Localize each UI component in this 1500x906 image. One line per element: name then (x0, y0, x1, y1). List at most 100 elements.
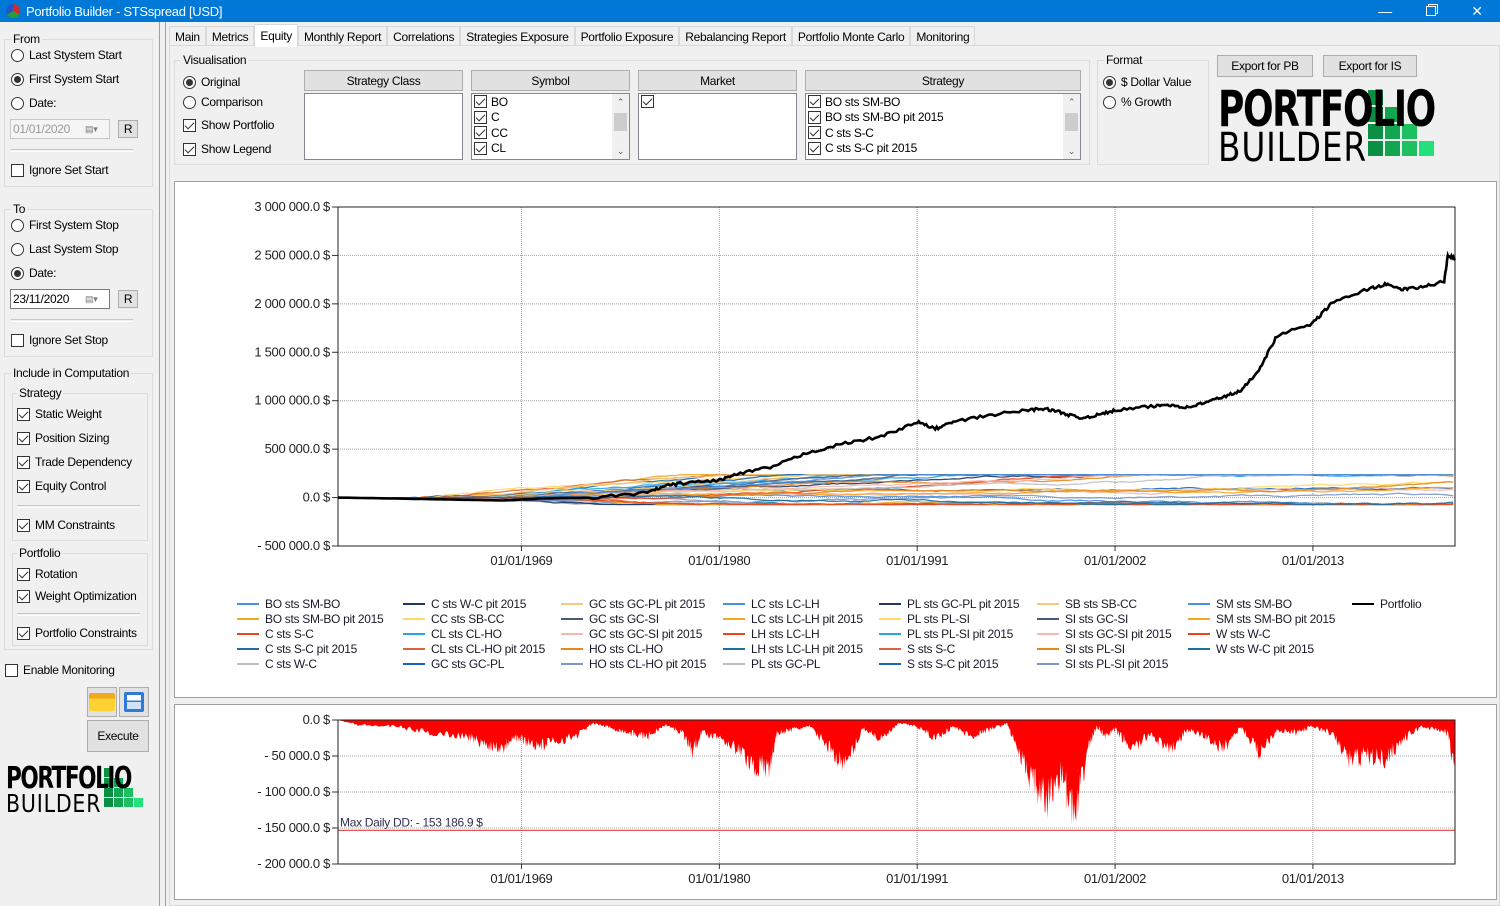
strategy-item[interactable]: BO sts SM-BO pit 2015 (806, 110, 1080, 126)
to-date-picker[interactable]: 23/11/2020 ▤▾ (10, 289, 110, 309)
market-header[interactable]: Market (638, 70, 797, 91)
tab-monitoring[interactable]: Monitoring (910, 26, 976, 46)
legend-label: W sts W-C (1216, 627, 1271, 641)
scroll-down-icon[interactable]: ⌄ (612, 143, 629, 159)
drawdown-x-tick-label: 01/01/1991 (886, 871, 948, 886)
scroll-thumb[interactable] (614, 113, 627, 131)
tab-correlations[interactable]: Correlations (387, 26, 461, 46)
legend-item: S sts S-C (879, 642, 956, 656)
legend-label: SI sts GC-SI pit 2015 (1065, 627, 1172, 641)
ignore-set-start-checkbox[interactable]: Ignore Set Start (11, 163, 109, 177)
weight-optimization-checkbox[interactable]: Weight Optimization (17, 589, 137, 603)
to-legend: To (13, 202, 26, 216)
tab-portfolio-exposure[interactable]: Portfolio Exposure (574, 26, 680, 46)
logo-line2: BUILDER (1218, 125, 1367, 171)
radio-to-date[interactable]: Date: (11, 266, 56, 280)
symbol-scrollbar[interactable]: ⌃ ⌄ (612, 94, 629, 159)
panel-splitter[interactable] (160, 22, 166, 906)
drawdown-chart[interactable]: 0.0 $ - 50 000.0 $ - 100 000.0 $ - 150 000.… (175, 705, 1496, 899)
checkbox-icon (17, 479, 30, 493)
tab-main[interactable]: Main (169, 26, 206, 46)
checkbox-label: Show Portfolio (201, 118, 275, 132)
radio-label: Date: (29, 266, 57, 280)
save-button[interactable] (119, 687, 149, 717)
drawdown-x-tick-label: 01/01/2002 (1084, 871, 1146, 886)
symbol-list[interactable]: BO C CC CL ⌃ ⌄ (471, 93, 630, 160)
minimize-button[interactable]: — (1362, 0, 1408, 22)
equity-y-tick-label: 0.0 $ (303, 490, 331, 505)
radio-label: First System Start (29, 72, 119, 86)
format-legend: Format (1106, 53, 1143, 67)
radio-label: $ Dollar Value (1121, 75, 1192, 89)
checkbox-icon (808, 110, 821, 124)
execute-button[interactable]: Execute (87, 720, 149, 752)
checkbox-icon (17, 431, 30, 445)
close-icon: ✕ (1471, 2, 1483, 19)
market-list[interactable] (638, 93, 797, 160)
equity-control-checkbox[interactable]: Equity Control (17, 479, 106, 493)
strategy-class-header[interactable]: Strategy Class (304, 70, 463, 91)
equity-y-tick-label: 2 000 000.0 $ (254, 296, 331, 311)
scroll-up-icon[interactable]: ⌃ (612, 94, 629, 110)
position-sizing-checkbox[interactable]: Position Sizing (17, 431, 110, 445)
close-button[interactable]: ✕ (1454, 0, 1500, 22)
tab-metrics[interactable]: Metrics (205, 26, 255, 46)
mm-constraints-checkbox[interactable]: MM Constraints (17, 518, 115, 532)
to-reset-button[interactable]: R (118, 290, 138, 308)
tab-portfolio-monte-carlo[interactable]: Portfolio Monte Carlo (791, 26, 911, 46)
symbol-item[interactable]: CC (472, 125, 629, 141)
radio-first-system-stop[interactable]: First System Stop (11, 218, 119, 232)
equity-chart[interactable]: 3 000 000.0 $ 2 500 000.0 $ 2 000 000.0 $ 1… (175, 182, 1496, 697)
tab-equity[interactable]: Equity (254, 24, 298, 47)
enable-monitoring-checkbox[interactable]: Enable Monitoring (5, 663, 115, 677)
ignore-set-stop-checkbox[interactable]: Ignore Set Stop (11, 333, 108, 347)
export-for-pb-button[interactable]: Export for PB (1217, 55, 1313, 77)
export-for-is-button[interactable]: Export for IS (1323, 55, 1417, 77)
legend-label: C sts S-C (265, 627, 314, 641)
strategy-list[interactable]: BO sts SM-BO BO sts SM-BO pit 2015 C sts… (805, 93, 1081, 160)
radio-from-date[interactable]: Date: (11, 96, 56, 110)
radio-last-system-start[interactable]: Last Stystem Start (11, 48, 122, 62)
symbol-item[interactable]: CL (472, 141, 629, 157)
restore-button[interactable] (1408, 0, 1454, 22)
from-date-picker[interactable]: 01/01/2020 ▤▾ (10, 119, 110, 139)
trade-dependency-checkbox[interactable]: Trade Dependency (17, 455, 132, 469)
strategy-scrollbar[interactable]: ⌃ ⌄ (1063, 94, 1080, 159)
legend-item: CL sts CL-HO (403, 627, 502, 641)
radio-last-system-stop[interactable]: Last System Stop (11, 242, 119, 256)
radio-percent-growth[interactable]: % Growth (1103, 95, 1172, 109)
tab-strategies-exposure[interactable]: Strategies Exposure (460, 26, 575, 46)
strategy-class-list[interactable] (304, 93, 463, 160)
radio-original[interactable]: Original (183, 75, 240, 89)
tab-rebalancing-report[interactable]: Rebalancing Report (679, 26, 792, 46)
scroll-up-icon[interactable]: ⌃ (1063, 94, 1080, 110)
portfolio-constraints-checkbox[interactable]: Portfolio Constraints (17, 626, 137, 640)
symbol-item[interactable]: BO (472, 94, 629, 110)
open-folder-button[interactable] (87, 687, 117, 717)
from-reset-button[interactable]: R (118, 120, 138, 138)
symbol-item[interactable]: C (472, 110, 629, 126)
radio-dollar-value[interactable]: $ Dollar Value (1103, 75, 1192, 89)
strategy-header[interactable]: Strategy (805, 70, 1081, 91)
tab-monthly-report[interactable]: Monthly Report (297, 26, 388, 46)
radio-label: % Growth (1121, 95, 1172, 109)
show-legend-checkbox[interactable]: Show Legend (183, 142, 271, 156)
app-icon (6, 4, 20, 18)
symbol-header[interactable]: Symbol (471, 70, 630, 91)
strategy-item[interactable]: BO sts SM-BO (806, 94, 1080, 110)
scroll-down-icon[interactable]: ⌄ (1063, 143, 1080, 159)
radio-comparison[interactable]: Comparison (183, 95, 263, 109)
radio-first-system-start[interactable]: First System Start (11, 72, 119, 86)
checkbox-icon (11, 163, 24, 177)
strategy-item[interactable]: C sts S-C pit 2015 (806, 141, 1080, 157)
static-weight-checkbox[interactable]: Static Weight (17, 407, 102, 421)
title-bar: Portfolio Builder - STSspread [USD] — ✕ (0, 0, 1500, 22)
legend-item: CL sts CL-HO pit 2015 (403, 642, 546, 656)
market-item[interactable] (639, 94, 796, 110)
checkbox-icon (5, 663, 18, 677)
rotation-checkbox[interactable]: Rotation (17, 567, 78, 581)
minimize-icon: — (1378, 3, 1392, 19)
strategy-item[interactable]: C sts S-C (806, 125, 1080, 141)
scroll-thumb[interactable] (1065, 113, 1078, 131)
show-portfolio-checkbox[interactable]: Show Portfolio (183, 118, 274, 132)
